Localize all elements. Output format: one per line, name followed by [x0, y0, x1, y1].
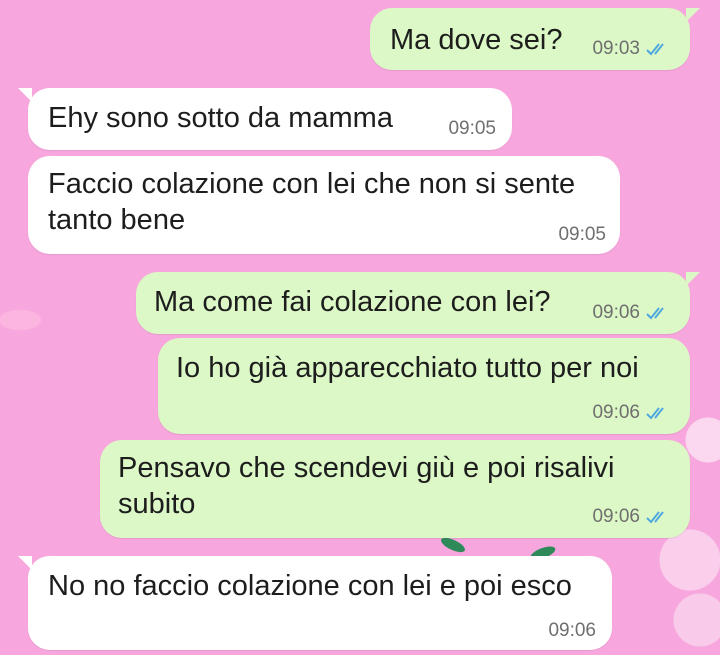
message-time: 09:06	[592, 302, 640, 323]
message-time: 09:06	[592, 506, 640, 527]
double-check-read-icon	[646, 307, 664, 320]
message-time: 09:05	[448, 118, 496, 139]
message-text: No no faccio colazione con lei e poi esc…	[48, 570, 572, 602]
message-time: 09:06	[592, 402, 640, 423]
double-check-read-icon	[646, 43, 664, 56]
double-check-read-icon	[646, 511, 664, 524]
message-bubble-incoming[interactable]: No no faccio colazione con lei e poi esc…	[18, 556, 612, 650]
message-text: Pensavo che scendevi giù e poi risalivi …	[118, 452, 615, 520]
message-meta: 09:06	[548, 620, 596, 642]
message-text: Ma come fai colazione con lei?	[154, 286, 551, 318]
message-text: Ehy sono sotto da mamma	[48, 102, 393, 134]
message-text: Ma dove sei?	[390, 24, 563, 56]
message-meta: 09:06	[592, 402, 672, 424]
message-time: 09:03	[592, 38, 640, 59]
message-meta: 09:06	[592, 302, 672, 324]
message-bubble-outgoing[interactable]: Ma dove sei? 09:03	[370, 8, 700, 70]
double-check-read-icon	[646, 407, 664, 420]
message-meta: 09:06	[592, 506, 672, 528]
message-meta: 09:03	[592, 38, 672, 60]
message-bubble-outgoing[interactable]: Io ho già apparecchiato tutto per noi 09…	[158, 338, 690, 434]
message-bubble-outgoing[interactable]: Pensavo che scendevi giù e poi risalivi …	[100, 440, 690, 538]
message-bubble-incoming[interactable]: Faccio colazione con lei che non si sent…	[28, 156, 620, 254]
message-meta: 09:05	[448, 118, 496, 140]
message-text: Faccio colazione con lei che non si sent…	[48, 168, 576, 236]
message-bubble-incoming[interactable]: Ehy sono sotto da mamma 09:05	[18, 88, 512, 150]
message-time: 09:05	[558, 224, 606, 245]
message-time: 09:06	[548, 620, 596, 641]
message-text: Io ho già apparecchiato tutto per noi	[176, 352, 639, 384]
message-bubble-outgoing[interactable]: Ma come fai colazione con lei? 09:06	[136, 272, 700, 334]
message-meta: 09:05	[558, 224, 606, 246]
